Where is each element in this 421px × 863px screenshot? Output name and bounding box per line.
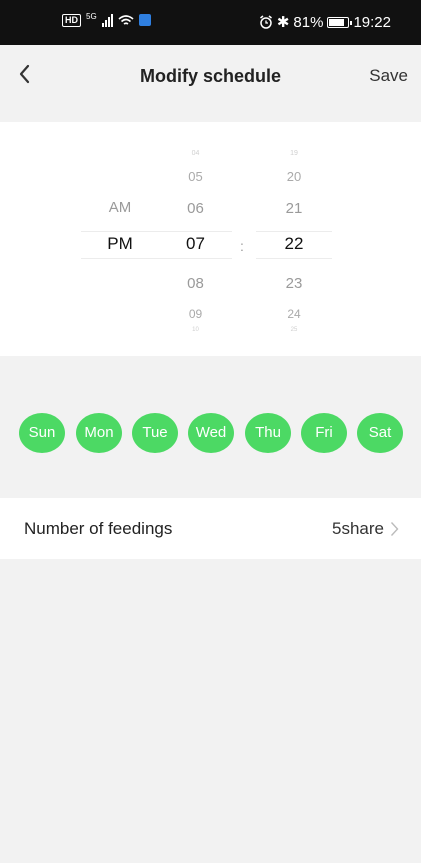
feedings-row[interactable]: Number of feedings 5share	[0, 498, 421, 559]
minute-option-selected[interactable]: 22	[256, 234, 332, 254]
day-toggle-tue[interactable]: Tue	[132, 413, 178, 453]
hour-option[interactable]: 06	[159, 200, 232, 217]
hour-option: 10	[192, 327, 199, 333]
day-toggle-sat[interactable]: Sat	[357, 413, 403, 453]
wifi-icon	[118, 14, 134, 25]
hour-option[interactable]: 05	[159, 169, 232, 184]
minute-option: 19	[290, 150, 298, 157]
signal-icon	[101, 13, 113, 27]
day-toggle-wed[interactable]: Wed	[188, 413, 234, 453]
ampm-option-selected[interactable]: PM	[81, 234, 159, 254]
minute-option: 25	[290, 327, 298, 333]
day-toggle-mon[interactable]: Mon	[76, 413, 122, 453]
status-right: ✱ 81% 19:22	[259, 13, 391, 31]
time-picker: AM PM 04 05 06 07 08 09 10 : 19 20 21 22…	[0, 122, 421, 356]
hour-option[interactable]: 09	[159, 307, 232, 321]
network-type: 5G	[86, 11, 97, 21]
save-button[interactable]: Save	[369, 66, 408, 86]
clock-time: 19:22	[353, 13, 391, 31]
ampm-option[interactable]: AM	[81, 199, 159, 216]
hd-icon: HD	[62, 13, 81, 27]
battery-fill	[329, 18, 345, 26]
minute-option[interactable]: 23	[256, 275, 332, 292]
nav-bar: Modify schedule Save	[0, 45, 421, 107]
minute-option[interactable]: 24	[256, 307, 332, 321]
notification-icon	[138, 14, 151, 26]
status-left: HD 5G	[62, 11, 151, 27]
hour-option[interactable]: 08	[159, 275, 232, 292]
day-toggle-thu[interactable]: Thu	[245, 413, 291, 453]
minute-option[interactable]: 20	[256, 169, 332, 184]
feedings-label: Number of feedings	[24, 519, 173, 538]
hour-option: 04	[191, 150, 200, 157]
minute-option[interactable]: 21	[256, 200, 332, 217]
time-separator: :	[240, 238, 244, 254]
status-bar: HD 5G ✱ 81% 19:22	[0, 0, 421, 45]
page-title: Modify schedule	[139, 66, 282, 86]
hour-option-selected[interactable]: 07	[159, 234, 232, 254]
feedings-value: 5share	[332, 519, 384, 538]
battery-icon	[327, 16, 353, 28]
day-toggle-sun[interactable]: Sun	[19, 413, 65, 453]
chevron-right-icon	[390, 522, 399, 536]
alarm-icon	[259, 15, 272, 29]
bluetooth-icon: ✱	[276, 14, 290, 31]
day-toggle-fri[interactable]: Fri	[301, 413, 347, 453]
battery-percent: 81%	[293, 13, 324, 31]
day-selector: Sun Mon Tue Wed Thu Fri Sat	[0, 356, 421, 498]
